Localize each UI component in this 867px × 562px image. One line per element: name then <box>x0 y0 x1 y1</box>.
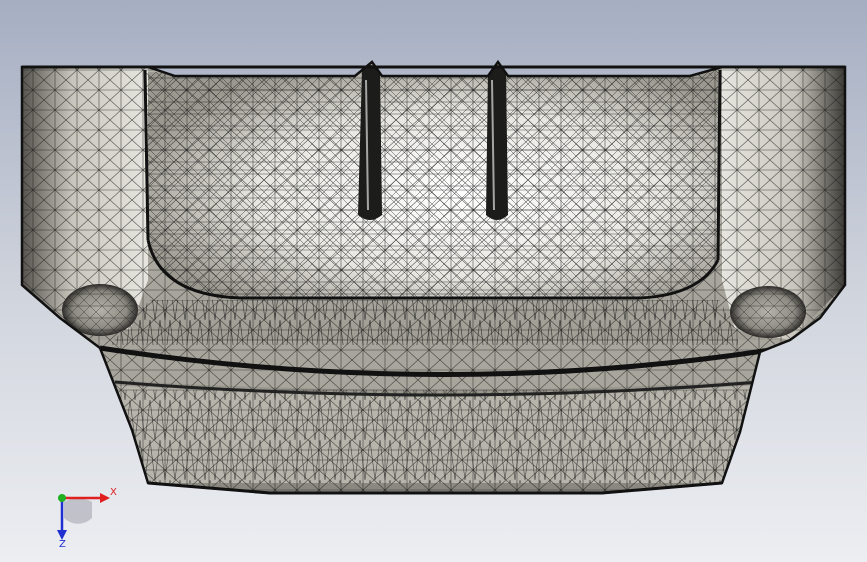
cad-model-mesh[interactable] <box>0 0 867 562</box>
graphics-viewport[interactable]: X Z <box>0 0 867 562</box>
x-axis-label: X <box>110 487 117 498</box>
z-axis-label: Z <box>59 539 66 548</box>
x-axis-arrow-icon <box>100 493 110 503</box>
triad-graphic: X Z <box>57 487 117 550</box>
rib-right <box>486 65 508 220</box>
part-body <box>22 62 845 493</box>
orientation-triad: X Z <box>40 478 120 550</box>
y-axis-dot-icon <box>58 494 66 502</box>
rib-left <box>358 65 382 220</box>
